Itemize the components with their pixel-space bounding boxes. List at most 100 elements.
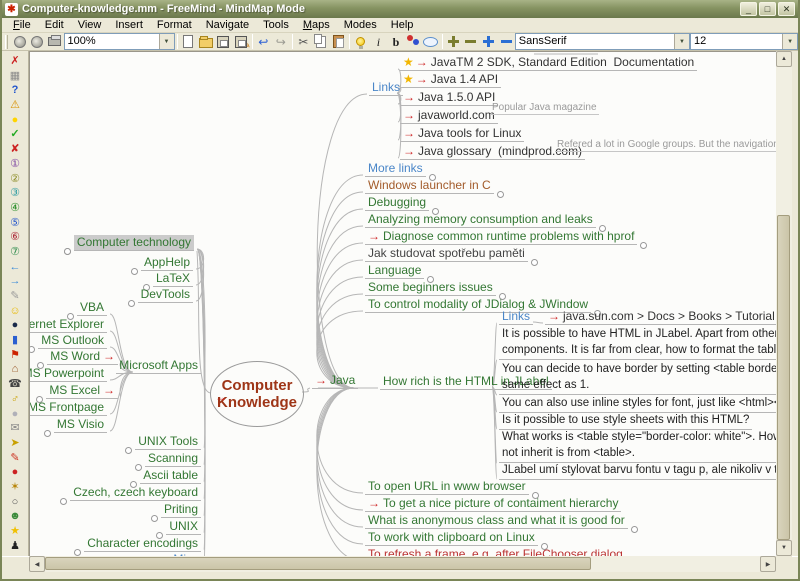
font-family-select-dropdown-icon[interactable]: ▼ bbox=[673, 34, 689, 49]
mindmap-node[interactable]: → Java 1.5.0 API bbox=[400, 90, 499, 106]
root-node[interactable]: → Computer Knowledge bbox=[210, 361, 304, 427]
redo-button[interactable]: ↪ bbox=[272, 33, 290, 50]
mindmap-node[interactable]: To refresh a frame, e.g. after FileChoos… bbox=[365, 547, 626, 556]
male-icon[interactable]: ♂ bbox=[5, 392, 25, 407]
maximize-button[interactable]: □ bbox=[759, 2, 776, 16]
mindmap-node[interactable]: MS Frontpage bbox=[30, 400, 107, 416]
menu-edit[interactable]: Edit bbox=[38, 18, 71, 32]
pencil-icon[interactable]: ✎ bbox=[5, 451, 25, 466]
home-icon[interactable]: ⌂ bbox=[5, 362, 25, 377]
fold-circle[interactable] bbox=[127, 300, 135, 307]
mouse-icon[interactable]: ● bbox=[5, 407, 25, 422]
mindmap-node[interactable]: Microsoft Apps bbox=[116, 358, 201, 374]
stop-icon[interactable]: ● bbox=[5, 465, 25, 480]
menu-file[interactable]: File bbox=[6, 18, 38, 32]
number-1-icon[interactable]: ① bbox=[5, 157, 25, 172]
scroll-left-button[interactable]: ◀ bbox=[29, 556, 45, 572]
ok-icon[interactable]: ✓ bbox=[5, 127, 25, 142]
mindmap-node[interactable]: To open URL in www browser bbox=[365, 479, 539, 499]
bold-button[interactable]: b bbox=[387, 33, 405, 50]
mindmap-node[interactable]: Priting bbox=[150, 502, 201, 522]
mindmap-node[interactable]: ★ → Java 1.4 API bbox=[400, 72, 502, 88]
close-button[interactable]: ✕ bbox=[778, 2, 795, 16]
decrease-font-button[interactable] bbox=[462, 33, 480, 50]
mindmap-node[interactable]: Windows launcher in C bbox=[365, 178, 504, 198]
penguin-icon[interactable]: ♟ bbox=[5, 539, 25, 554]
fold-circle[interactable] bbox=[496, 191, 504, 198]
menu-navigate[interactable]: Navigate bbox=[199, 18, 256, 32]
computer-technology-node[interactable]: Computer technology bbox=[63, 235, 194, 255]
smiley-icon[interactable]: ☺ bbox=[5, 304, 25, 319]
menu-view[interactable]: View bbox=[71, 18, 109, 32]
mindmap-node[interactable]: What is anonymous class and what it is g… bbox=[365, 513, 638, 533]
decrease-branch-button[interactable] bbox=[497, 33, 515, 50]
new-map-button[interactable] bbox=[180, 33, 198, 50]
previous-map-button[interactable] bbox=[11, 33, 29, 50]
font-size-select[interactable]: 12 ▼ bbox=[689, 33, 798, 50]
vertical-scroll-thumb[interactable] bbox=[777, 215, 790, 540]
mindmap-node[interactable]: MS Powerpoint bbox=[30, 366, 107, 382]
cut-button[interactable]: ✂ bbox=[295, 33, 313, 50]
mindmap-node[interactable]: Scanning bbox=[134, 451, 201, 471]
mindmap-node[interactable]: Links bbox=[369, 80, 404, 96]
number-2-icon[interactable]: ② bbox=[5, 172, 25, 187]
mindmap-node[interactable]: AppHelp bbox=[130, 255, 193, 275]
title-bar[interactable]: ✱ Computer-knowledge.mm - FreeMind - Min… bbox=[2, 0, 798, 18]
key-icon[interactable]: ➤ bbox=[5, 436, 25, 451]
bookmark-icon[interactable]: ★ bbox=[5, 524, 25, 539]
flag-icon[interactable]: ⚑ bbox=[5, 348, 25, 363]
fold-circle[interactable] bbox=[130, 268, 138, 275]
trash-icon[interactable]: ▦ bbox=[5, 69, 25, 84]
mindmap-node[interactable]: UNIX Tools bbox=[125, 434, 201, 454]
mindmap-node[interactable]: UNIX bbox=[156, 519, 201, 539]
menu-maps[interactable]: Maps bbox=[296, 18, 337, 32]
attach-icon[interactable]: ✎ bbox=[5, 289, 25, 304]
mindmap-node[interactable]: → Diagnose common runtime problems with h… bbox=[365, 229, 648, 249]
java-node[interactable]: → Java bbox=[312, 373, 359, 389]
mindmap-node[interactable]: → To get a nice picture of contaiment hie… bbox=[365, 496, 622, 512]
font-size-select-dropdown-icon[interactable]: ▼ bbox=[782, 34, 798, 49]
cloud-button[interactable] bbox=[422, 33, 440, 50]
mindmap-node[interactable]: VBA bbox=[66, 300, 107, 320]
mindmap-node[interactable]: Character encodings bbox=[74, 536, 201, 556]
toolbar-grip[interactable] bbox=[5, 34, 8, 49]
mindmap-node[interactable]: Debugging bbox=[365, 195, 440, 215]
save-as-button[interactable]: ✎ bbox=[232, 33, 251, 50]
copy-button[interactable] bbox=[312, 33, 330, 50]
mindmap-node[interactable]: → javaworld.com bbox=[400, 108, 498, 124]
fold-circle[interactable] bbox=[150, 515, 158, 522]
font-family-select[interactable]: SansSerif ▼ bbox=[514, 33, 690, 50]
mindmap-node[interactable]: Ascii table bbox=[130, 468, 201, 488]
idea-icon[interactable]: ● bbox=[5, 113, 25, 128]
bomb-icon[interactable]: ● bbox=[5, 318, 25, 333]
fold-circle[interactable] bbox=[63, 248, 71, 255]
phone-icon[interactable]: ☎ bbox=[5, 377, 25, 392]
mindmap-node[interactable]: MS Internet Explorer bbox=[30, 317, 107, 333]
menu-modes[interactable]: Modes bbox=[337, 18, 384, 32]
save-button[interactable] bbox=[215, 33, 233, 50]
mindmap-node[interactable]: To work with clipboard on Linux bbox=[365, 530, 548, 550]
mindmap-node[interactable]: MS Outlook bbox=[30, 333, 107, 353]
menu-format[interactable]: Format bbox=[150, 18, 199, 32]
scroll-right-button[interactable]: ▶ bbox=[760, 556, 776, 572]
increase-branch-button[interactable] bbox=[480, 33, 498, 50]
magnifier-icon[interactable]: ○ bbox=[5, 495, 25, 510]
map-canvas[interactable]: → Computer Knowledge Links More links Wind… bbox=[29, 51, 776, 556]
mindmap-node[interactable]: Is it possible to use style sheets with … bbox=[499, 412, 753, 430]
zoom-select[interactable]: 100% ▼ bbox=[63, 33, 175, 50]
open-map-button[interactable] bbox=[197, 33, 215, 50]
mindmap-node[interactable]: LaTeX bbox=[142, 271, 193, 291]
mindmap-node[interactable]: It is possible to have HTML in JLabel. A… bbox=[499, 326, 776, 360]
increase-font-button[interactable] bbox=[445, 33, 463, 50]
number-3-icon[interactable]: ③ bbox=[5, 186, 25, 201]
scroll-up-button[interactable]: ▲ bbox=[776, 51, 792, 67]
number-7-icon[interactable]: ⑦ bbox=[5, 245, 25, 260]
warning-icon[interactable]: ⚠ bbox=[5, 98, 25, 113]
back-icon[interactable]: ← bbox=[5, 260, 25, 275]
minimize-button[interactable]: _ bbox=[740, 2, 757, 16]
scroll-down-button[interactable]: ▼ bbox=[776, 540, 792, 556]
menu-tools[interactable]: Tools bbox=[256, 18, 296, 32]
person-icon[interactable]: ☻ bbox=[5, 509, 25, 524]
mindmap-node[interactable]: You can also use inline styles for font,… bbox=[499, 395, 776, 413]
undo-button[interactable]: ↩ bbox=[255, 33, 273, 50]
